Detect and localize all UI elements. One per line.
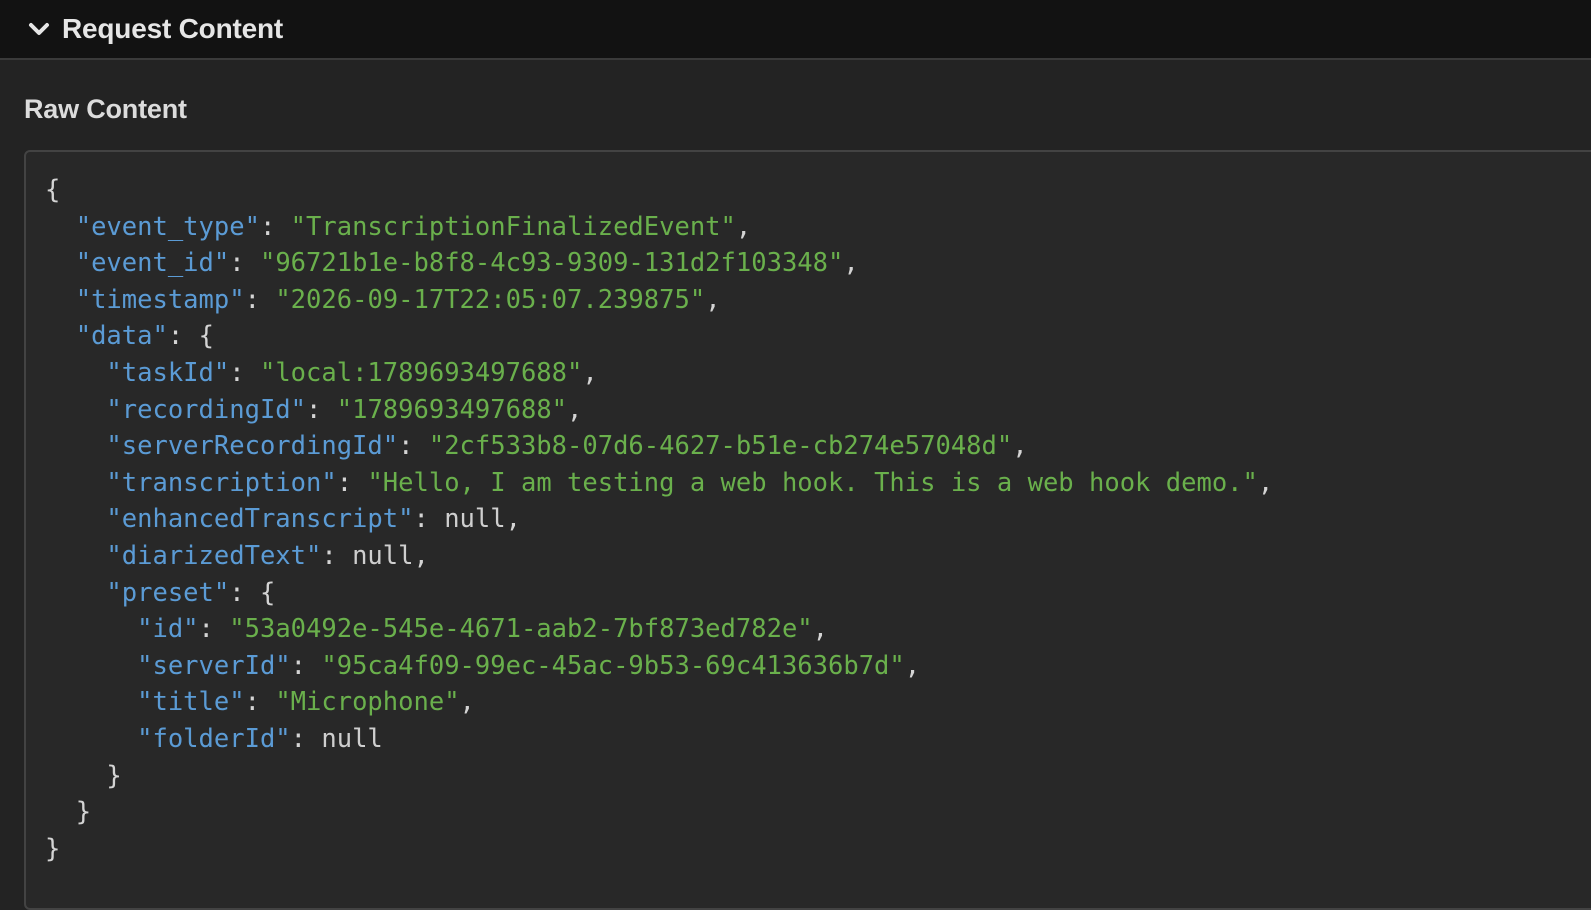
json-key: "diarizedText": [106, 540, 322, 571]
json-null-value: null: [444, 504, 506, 535]
json-brace: }: [106, 760, 122, 791]
json-key: "timestamp": [75, 284, 245, 315]
json-line: "enhancedTranscript": null,: [45, 501, 1273, 538]
json-key: "title": [137, 687, 245, 718]
json-brace: {: [198, 321, 214, 352]
request-content-title: Request Content: [62, 13, 284, 44]
json-key: "event_type": [75, 211, 260, 242]
json-key: "id": [137, 614, 199, 645]
json-comma: ,: [1257, 467, 1274, 498]
json-line: "data": {: [45, 318, 1273, 355]
json-line: "preset": {: [45, 575, 1273, 612]
json-line: "recordingId": "1789693497688",: [45, 392, 1273, 429]
json-comma: ,: [582, 357, 598, 388]
json-key: "enhancedTranscript": [106, 504, 414, 535]
json-key: "serverRecordingId": [106, 431, 399, 462]
json-line: {: [45, 172, 1273, 209]
json-key: "folderId": [137, 723, 291, 754]
json-line: "title": "Microphone",: [45, 684, 1273, 721]
json-key: "taskId": [106, 357, 230, 388]
json-string-value: "Microphone": [275, 687, 460, 718]
json-line: }: [45, 831, 1273, 868]
json-line: "id": "53a0492e-545e-4671-aab2-7bf873ed7…: [45, 611, 1273, 648]
json-key: "data": [75, 321, 168, 352]
request-content-header[interactable]: Request Content: [0, 0, 1591, 60]
json-string-value: "53a0492e-545e-4671-aab2-7bf873ed782e": [229, 614, 813, 645]
json-comma: ,: [413, 540, 429, 571]
json-brace: {: [45, 175, 61, 205]
json-key: "transcription": [106, 467, 337, 498]
json-comma: ,: [904, 650, 921, 681]
json-comma: ,: [705, 284, 721, 315]
json-string-value: "2026-09-17T22:05:07.239875": [275, 284, 706, 315]
json-null-value: null: [352, 540, 414, 571]
json-colon: :: [290, 650, 322, 681]
json-comma: ,: [1012, 431, 1028, 462]
json-string-value: "95ca4f09-99ec-45ac-9b53-69c413636b7d": [321, 650, 905, 681]
json-colon: :: [198, 614, 230, 645]
json-comma: ,: [459, 687, 475, 718]
json-key: "preset": [106, 577, 230, 608]
json-colon: :: [398, 431, 429, 462]
json-line: "timestamp": "2026-09-17T22:05:07.239875…: [45, 282, 1273, 319]
json-line: "serverRecordingId": "2cf533b8-07d6-4627…: [45, 428, 1273, 465]
json-colon: :: [259, 211, 291, 242]
json-comma: ,: [812, 614, 829, 645]
json-key: "recordingId": [106, 394, 307, 425]
json-null-value: null: [321, 723, 383, 754]
json-colon: :: [336, 467, 368, 498]
json-brace: {: [259, 577, 276, 608]
raw-content-json[interactable]: { "event_type": "TranscriptionFinalizedE…: [45, 172, 1273, 867]
json-colon: :: [290, 723, 322, 754]
json-brace: }: [45, 833, 61, 864]
json-line: "folderId": null: [45, 721, 1273, 758]
json-string-value: "2cf533b8-07d6-4627-b51e-cb274e57048d": [428, 431, 1013, 462]
json-colon: :: [229, 248, 260, 279]
json-string-value: "1789693497688": [336, 394, 568, 425]
json-colon: :: [306, 394, 337, 425]
json-comma: ,: [735, 211, 752, 242]
json-string-value: "Hello, I am testing a web hook. This is…: [367, 467, 1258, 498]
json-line: "serverId": "95ca4f09-99ec-45ac-9b53-69c…: [45, 648, 1273, 685]
json-line: "event_type": "TranscriptionFinalizedEve…: [45, 209, 1273, 246]
json-line: "diarizedText": null,: [45, 538, 1273, 575]
json-comma: ,: [567, 394, 583, 425]
json-brace: }: [75, 797, 92, 828]
json-comma: ,: [505, 504, 521, 535]
json-colon: :: [321, 540, 353, 571]
json-string-value: "TranscriptionFinalizedEvent": [290, 211, 736, 242]
json-colon: :: [413, 504, 445, 535]
json-colon: :: [244, 687, 276, 718]
json-comma: ,: [843, 248, 859, 279]
json-key: "serverId": [137, 650, 291, 681]
json-colon: :: [229, 577, 260, 608]
json-colon: :: [229, 357, 260, 388]
json-line: }: [45, 794, 1273, 831]
json-colon: :: [167, 321, 199, 352]
json-string-value: "96721b1e-b8f8-4c93-9309-131d2f103348": [259, 248, 844, 279]
json-colon: :: [244, 284, 276, 315]
json-key: "event_id": [75, 248, 230, 279]
json-line: "taskId": "local:1789693497688",: [45, 355, 1273, 392]
raw-content-title: Raw Content: [24, 94, 187, 124]
json-line: "transcription": "Hello, I am testing a …: [45, 465, 1273, 502]
chevron-down-icon[interactable]: [28, 20, 50, 38]
json-line: }: [45, 758, 1273, 795]
json-line: "event_id": "96721b1e-b8f8-4c93-9309-131…: [45, 245, 1273, 282]
json-string-value: "local:1789693497688": [259, 357, 583, 388]
